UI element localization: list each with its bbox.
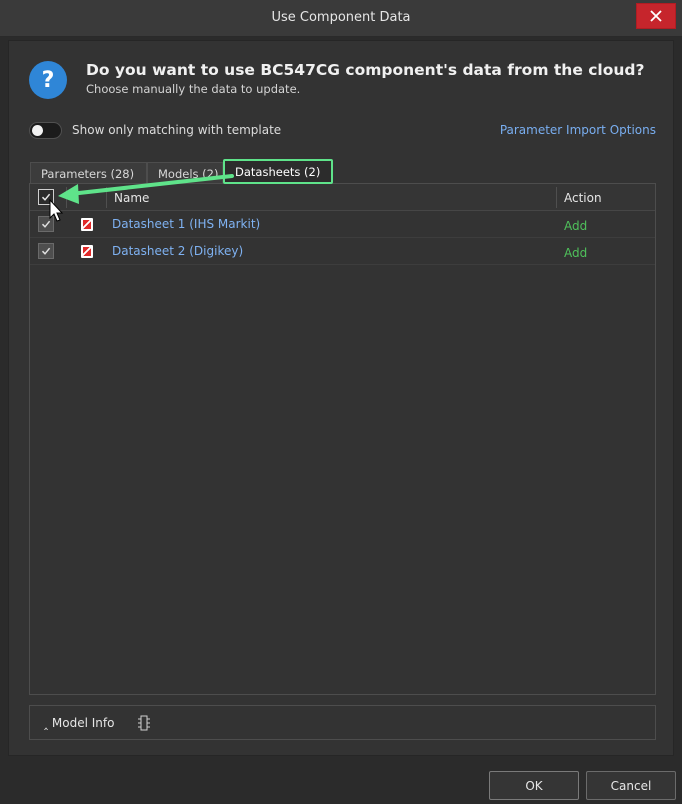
tab-datasheets[interactable]: Datasheets (2) bbox=[223, 159, 333, 184]
cancel-button[interactable]: Cancel bbox=[586, 771, 676, 800]
row-checkbox[interactable] bbox=[38, 243, 54, 259]
datasheet-name-link[interactable]: Datasheet 2 (Digikey) bbox=[112, 244, 243, 258]
chevron-up-icon: ‸ bbox=[44, 716, 49, 730]
ok-button[interactable]: OK bbox=[489, 771, 579, 800]
toggle-label: Show only matching with template bbox=[72, 123, 282, 137]
pdf-icon bbox=[81, 218, 93, 231]
check-icon bbox=[41, 247, 51, 255]
table-row[interactable]: Datasheet 2 (Digikey) Add bbox=[30, 238, 655, 265]
table-row[interactable]: Datasheet 1 (IHS Markit) Add bbox=[30, 211, 655, 238]
model-info-label: ‸ Model Info bbox=[44, 716, 114, 730]
close-icon bbox=[650, 10, 662, 22]
question-icon: ? bbox=[29, 61, 67, 99]
row-action: Add bbox=[564, 246, 588, 260]
dialog-subtitle: Choose manually the data to update. bbox=[86, 82, 301, 96]
row-checkbox[interactable] bbox=[38, 216, 54, 232]
datasheet-name-link[interactable]: Datasheet 1 (IHS Markit) bbox=[112, 217, 260, 231]
datasheets-table: Name Action Datasheet 1 (IHS Markit) Add… bbox=[29, 183, 656, 695]
model-info-panel[interactable]: ‸ Model Info bbox=[29, 705, 656, 740]
close-button[interactable] bbox=[636, 3, 676, 29]
model-info-text: Model Info bbox=[51, 716, 115, 730]
check-icon bbox=[41, 193, 51, 201]
column-header-name[interactable]: Name bbox=[114, 191, 149, 205]
dialog-question: Do you want to use BC547CG component's d… bbox=[86, 61, 645, 79]
select-all-checkbox[interactable] bbox=[38, 189, 54, 205]
toggle-knob bbox=[32, 125, 43, 136]
chip-icon bbox=[138, 715, 150, 731]
check-icon bbox=[41, 220, 51, 228]
column-separator[interactable] bbox=[106, 187, 107, 208]
tab-models[interactable]: Models (2) bbox=[147, 162, 223, 184]
tab-parameters[interactable]: Parameters (28) bbox=[30, 162, 147, 184]
title-bar: Use Component Data bbox=[0, 0, 682, 37]
match-template-toggle[interactable] bbox=[29, 122, 62, 139]
window-title: Use Component Data bbox=[271, 10, 411, 25]
column-separator[interactable] bbox=[556, 187, 557, 208]
table-header: Name Action bbox=[30, 184, 655, 211]
parameter-import-options-link[interactable]: Parameter Import Options bbox=[500, 123, 656, 137]
pdf-icon bbox=[81, 245, 93, 258]
column-header-action[interactable]: Action bbox=[564, 191, 602, 205]
column-separator[interactable] bbox=[66, 187, 67, 208]
row-action: Add bbox=[564, 219, 588, 233]
